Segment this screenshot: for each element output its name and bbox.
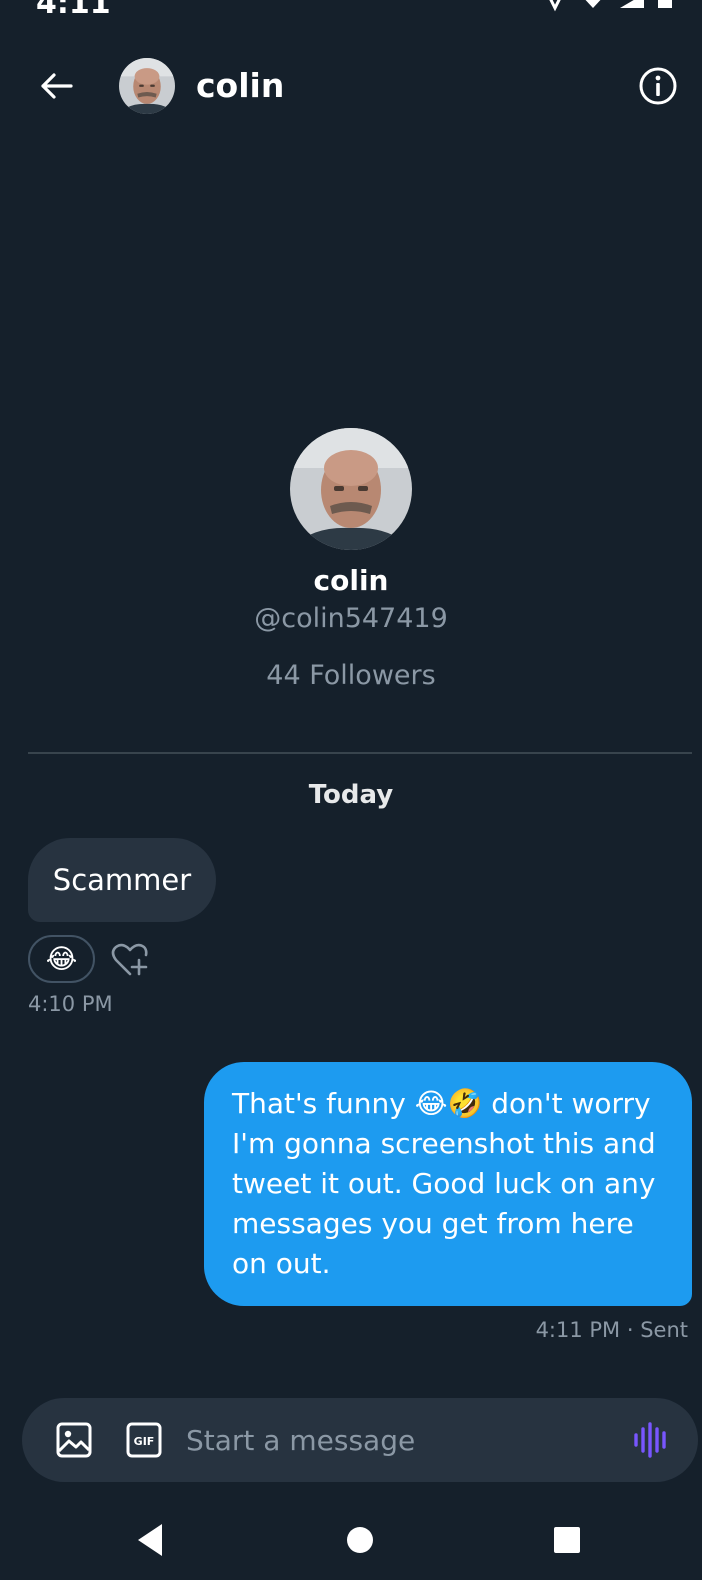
profile-name: colin bbox=[313, 564, 389, 597]
svg-text:GIF: GIF bbox=[134, 1435, 155, 1448]
date-separator: Today bbox=[308, 780, 394, 810]
nav-back-button[interactable] bbox=[132, 1520, 172, 1560]
add-reaction-button[interactable] bbox=[110, 940, 150, 980]
incoming-message-time: 4:10 PM bbox=[28, 992, 113, 1016]
avatar-photo bbox=[119, 58, 175, 114]
location-icon bbox=[549, 0, 561, 12]
status-bar: 4:11 bbox=[0, 0, 702, 20]
outgoing-message-status: 4:11 PM · Sent bbox=[535, 1318, 688, 1342]
profile-summary[interactable]: colin @colin547419 44 Followers bbox=[0, 428, 702, 691]
heart-plus-icon bbox=[111, 943, 148, 976]
info-icon bbox=[639, 67, 677, 105]
voice-waveform-icon bbox=[634, 1422, 666, 1458]
wifi-icon bbox=[585, 0, 601, 8]
incoming-message-bubble[interactable]: Scammer bbox=[28, 838, 216, 922]
status-icons bbox=[544, 0, 672, 14]
system-navigation-bar bbox=[0, 1500, 702, 1580]
nav-recents-button[interactable] bbox=[548, 1520, 588, 1560]
profile-handle: @colin547419 bbox=[254, 603, 448, 634]
reaction-chip[interactable]: 😂 bbox=[28, 935, 95, 983]
header-avatar[interactable] bbox=[119, 58, 175, 114]
square-recents-icon bbox=[554, 1527, 580, 1553]
back-button[interactable] bbox=[28, 58, 84, 114]
profile-followers: 44 Followers bbox=[266, 660, 436, 691]
arrow-left-icon bbox=[41, 73, 73, 99]
battery-icon bbox=[658, 0, 672, 8]
triangle-back-icon bbox=[138, 1524, 162, 1556]
divider bbox=[28, 752, 692, 754]
conversation-header: colin bbox=[0, 48, 702, 128]
attach-image-button[interactable] bbox=[56, 1422, 92, 1458]
conversation-info-button[interactable] bbox=[636, 64, 680, 108]
message-input[interactable] bbox=[186, 1416, 606, 1464]
message-composer: GIF bbox=[22, 1398, 698, 1482]
status-time: 4:11 bbox=[36, 0, 111, 20]
profile-avatar[interactable] bbox=[290, 428, 412, 550]
outgoing-message-bubble[interactable]: That's funny 😂🤣 don't worry I'm gonna sc… bbox=[204, 1062, 692, 1306]
image-icon bbox=[56, 1422, 92, 1458]
avatar-photo bbox=[290, 428, 412, 550]
circle-home-icon bbox=[347, 1527, 373, 1553]
laughing-emoji-reaction: 😂 bbox=[45, 943, 78, 975]
voice-message-button[interactable] bbox=[632, 1420, 672, 1460]
header-name[interactable]: colin bbox=[196, 66, 284, 105]
nav-home-button[interactable] bbox=[342, 1520, 382, 1560]
signal-icon bbox=[620, 0, 644, 8]
attach-gif-button[interactable]: GIF bbox=[126, 1422, 162, 1458]
gif-icon: GIF bbox=[126, 1422, 162, 1458]
